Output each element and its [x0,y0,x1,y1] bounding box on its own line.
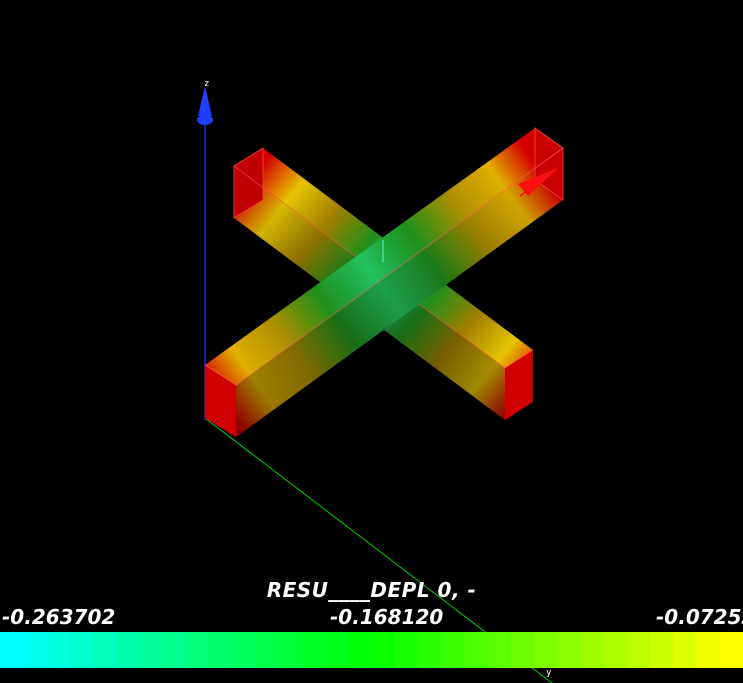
scalar-bar-mid-label: -0.168120 [330,605,444,629]
scalar-bar-min-label: -0.263702 [2,605,116,629]
scalar-bar-band [348,632,373,668]
scalar-bar-band [441,632,465,668]
scalar-bar-band [557,632,582,668]
scalar-bar-band [23,632,48,668]
scalar-bar-band [185,632,210,668]
scalar-bar-band [301,632,326,668]
scalar-bar-band [0,632,24,668]
scalar-bar-band [325,632,349,668]
scalar-bar-band [417,632,442,668]
scalar-bar-band [650,632,674,668]
scalar-bar-band [603,632,628,668]
scalar-bar-band [394,632,419,668]
z-axis-arrow-base [197,115,213,125]
scalar-bar-band [278,632,303,668]
scalar-bar-band [162,632,187,668]
scalar-bar-band [510,632,535,668]
y-axis-label: y [546,668,552,678]
scalar-bar [0,632,743,668]
scalar-bar-band [116,632,140,668]
scalar-bar-band [139,632,164,668]
z-axis-label: z [204,79,209,89]
scalar-bar-max-label: -0.07253 [656,605,743,629]
scalar-bar-band [92,632,117,668]
scalar-bar-band [487,632,512,668]
z-axis-arrow [198,86,212,116]
scalar-bar-band [696,632,721,668]
scalar-bar-band [534,632,558,668]
scalar-bar-title: RESU____DEPL 0, - [266,578,477,602]
scalar-bar-band [255,632,280,668]
scalar-bar-band [719,632,743,668]
scalar-bar-band [371,632,396,668]
scalar-bar-band [208,632,233,668]
scalar-bar-band [673,632,698,668]
scalar-bar-band [46,632,71,668]
scalar-bar-band [69,632,94,668]
scalar-bar-band [464,632,489,668]
scalar-bar-band [626,632,651,668]
scalar-bar-band [232,632,257,668]
scalar-bar-band [580,632,605,668]
